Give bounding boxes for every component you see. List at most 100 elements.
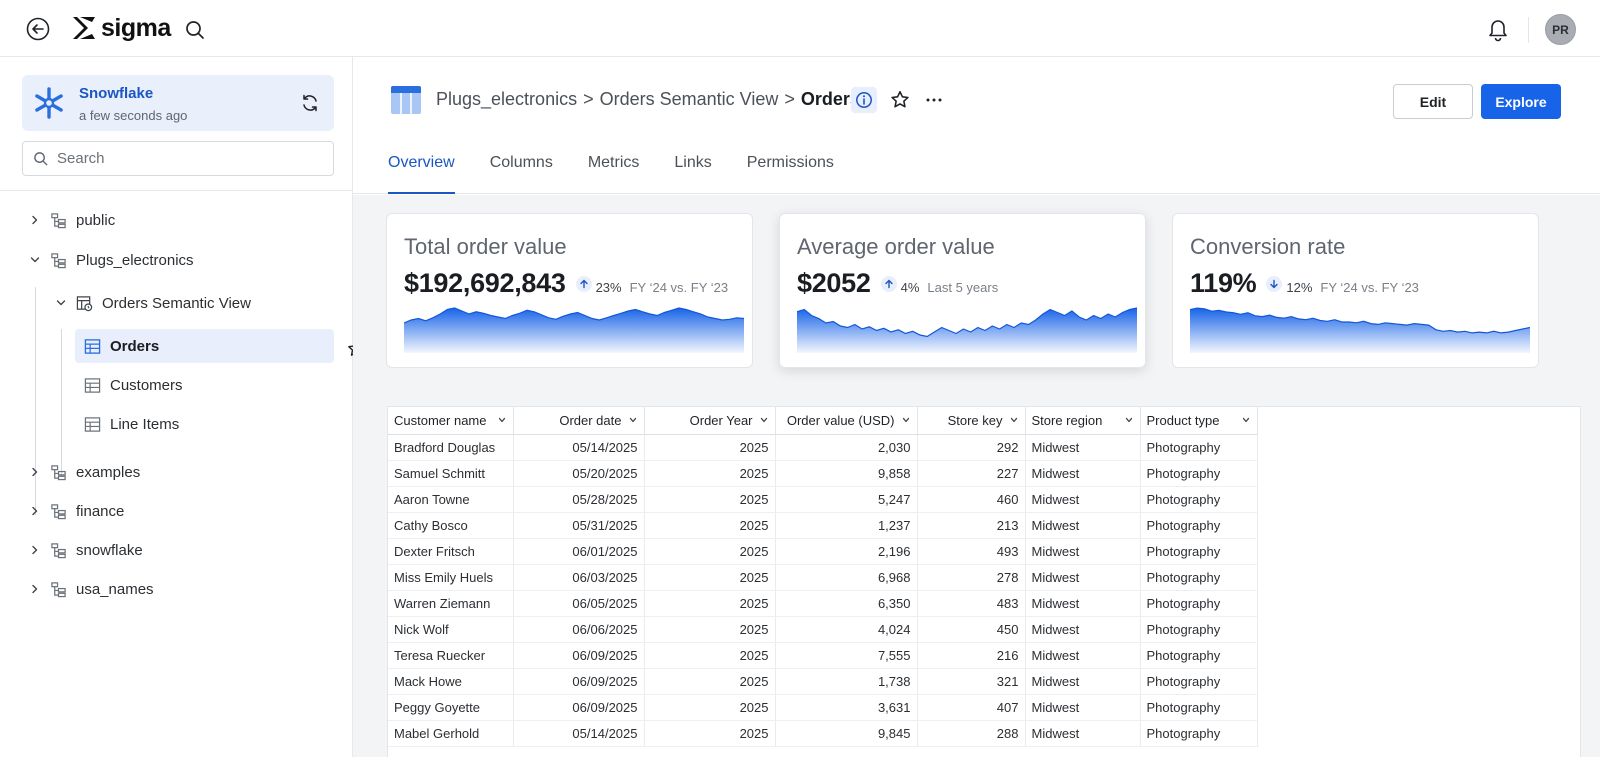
favorite-star-icon[interactable] — [889, 89, 911, 111]
table-cell[interactable]: 278 — [917, 564, 1026, 591]
column-header-order-value[interactable]: Order value (USD) — [775, 407, 918, 435]
table-cell[interactable]: 216 — [917, 642, 1026, 669]
table-row[interactable]: Miss Emily Huels 06/03/2025 2025 6,968 278 Mi… — [388, 564, 1258, 591]
table-row[interactable]: Warren Ziemann 06/05/2025 2025 6,350 483 Midw… — [388, 590, 1258, 617]
table-cell[interactable]: Mabel Gerhold — [388, 720, 514, 747]
table-cell[interactable]: Photography — [1140, 460, 1258, 487]
search-icon[interactable] — [184, 19, 206, 41]
table-cell[interactable]: 2025 — [644, 564, 776, 591]
table-cell[interactable]: Photography — [1140, 616, 1258, 643]
table-cell[interactable]: Midwest — [1025, 434, 1141, 461]
table-cell[interactable]: Aaron Towne — [388, 486, 514, 513]
more-options-icon[interactable] — [923, 89, 945, 111]
explore-button[interactable]: Explore — [1481, 84, 1561, 119]
table-cell[interactable]: 2,030 — [775, 434, 918, 461]
table-cell[interactable]: 213 — [917, 512, 1026, 539]
table-cell[interactable]: Photography — [1140, 564, 1258, 591]
table-cell[interactable]: 3,631 — [775, 694, 918, 721]
table-cell[interactable]: 05/31/2025 — [513, 512, 645, 539]
tree-item-usa-names[interactable]: usa_names — [28, 572, 154, 606]
table-cell[interactable]: Photography — [1140, 538, 1258, 565]
column-header-product-type[interactable]: Product type — [1140, 407, 1258, 435]
table-cell[interactable]: Nick Wolf — [388, 616, 514, 643]
table-cell[interactable]: 2025 — [644, 486, 776, 513]
table-row[interactable]: Aaron Towne 05/28/2025 2025 5,247 460 Midwest… — [388, 486, 1258, 513]
table-cell[interactable]: 06/01/2025 — [513, 538, 645, 565]
table-cell[interactable]: Midwest — [1025, 564, 1141, 591]
table-cell[interactable]: Cathy Bosco — [388, 512, 514, 539]
table-cell[interactable]: Midwest — [1025, 538, 1141, 565]
tab-permissions[interactable]: Permissions — [747, 153, 834, 194]
table-cell[interactable]: Midwest — [1025, 590, 1141, 617]
tab-overview[interactable]: Overview — [388, 153, 455, 194]
table-cell[interactable]: 2025 — [644, 616, 776, 643]
table-cell[interactable]: 292 — [917, 434, 1026, 461]
table-cell[interactable]: Photography — [1140, 694, 1258, 721]
table-cell[interactable]: 06/03/2025 — [513, 564, 645, 591]
breadcrumb-schema[interactable]: Plugs_electronics — [436, 89, 577, 110]
table-row[interactable]: Nick Wolf 06/06/2025 2025 4,024 450 Midwest Ph… — [388, 616, 1258, 643]
kpi-card-total-order-value[interactable]: Total order value $192,692,843 23% FY ‘2… — [386, 213, 753, 368]
table-cell[interactable]: Midwest — [1025, 512, 1141, 539]
table-cell[interactable]: Bradford Douglas — [388, 434, 514, 461]
column-header-store-region[interactable]: Store region — [1025, 407, 1141, 435]
table-cell[interactable]: 227 — [917, 460, 1026, 487]
table-cell[interactable]: Miss Emily Huels — [388, 564, 514, 591]
table-cell[interactable]: Midwest — [1025, 668, 1141, 695]
table-row[interactable]: Mack Howe 06/09/2025 2025 1,738 321 Midwest Ph… — [388, 668, 1258, 695]
table-cell[interactable]: Midwest — [1025, 642, 1141, 669]
table-row[interactable]: Bradford Douglas 05/14/2025 2025 2,030 292 Mi… — [388, 434, 1258, 461]
table-cell[interactable]: Teresa Ruecker — [388, 642, 514, 669]
column-header-store-key[interactable]: Store key — [917, 407, 1026, 435]
table-cell[interactable]: Photography — [1140, 512, 1258, 539]
table-cell[interactable]: Photography — [1140, 434, 1258, 461]
column-header-customer-name[interactable]: Customer name — [388, 407, 514, 435]
back-arrow-icon[interactable] — [26, 17, 50, 41]
table-cell[interactable]: Midwest — [1025, 460, 1141, 487]
tab-metrics[interactable]: Metrics — [588, 153, 640, 194]
table-cell[interactable]: Midwest — [1025, 694, 1141, 721]
kpi-card-conversion-rate[interactable]: Conversion rate 119% 12% FY ‘24 vs. FY ‘… — [1172, 213, 1539, 368]
table-cell[interactable]: 450 — [917, 616, 1026, 643]
table-cell[interactable]: 493 — [917, 538, 1026, 565]
table-cell[interactable]: 321 — [917, 668, 1026, 695]
table-cell[interactable]: 9,858 — [775, 460, 918, 487]
table-cell[interactable]: Midwest — [1025, 720, 1141, 747]
tree-item-examples[interactable]: examples — [28, 455, 140, 489]
notifications-bell-icon[interactable] — [1486, 16, 1510, 42]
table-cell[interactable]: 2025 — [644, 720, 776, 747]
tree-item-finance[interactable]: finance — [28, 494, 124, 528]
table-cell[interactable]: 06/05/2025 — [513, 590, 645, 617]
column-header-order-date[interactable]: Order date — [513, 407, 645, 435]
table-cell[interactable]: 1,237 — [775, 512, 918, 539]
table-cell[interactable]: 9,845 — [775, 720, 918, 747]
breadcrumb-semantic-view[interactable]: Orders Semantic View — [600, 89, 779, 110]
table-cell[interactable]: 6,968 — [775, 564, 918, 591]
table-cell[interactable]: 2025 — [644, 538, 776, 565]
tab-links[interactable]: Links — [674, 153, 711, 194]
edit-button[interactable]: Edit — [1393, 84, 1473, 119]
column-header-order-year[interactable]: Order Year — [644, 407, 776, 435]
info-icon[interactable] — [851, 87, 877, 113]
table-cell[interactable]: 05/20/2025 — [513, 460, 645, 487]
table-cell[interactable]: Warren Ziemann — [388, 590, 514, 617]
table-cell[interactable]: 2025 — [644, 668, 776, 695]
table-cell[interactable]: 2025 — [644, 590, 776, 617]
table-row[interactable]: Cathy Bosco 05/31/2025 2025 1,237 213 Midwest… — [388, 512, 1258, 539]
table-cell[interactable]: 5,247 — [775, 486, 918, 513]
table-cell[interactable]: Photography — [1140, 486, 1258, 513]
table-row[interactable]: Peggy Goyette 06/09/2025 2025 3,631 407 Midwe… — [388, 694, 1258, 721]
tree-item-public[interactable]: public — [28, 203, 115, 237]
table-cell[interactable]: Midwest — [1025, 486, 1141, 513]
tree-item-orders-semantic-view[interactable]: Orders Semantic View — [54, 286, 251, 320]
table-cell[interactable]: 288 — [917, 720, 1026, 747]
tree-item-line-items[interactable]: Line Items — [75, 407, 179, 441]
sigma-logo[interactable]: sigma — [70, 13, 171, 43]
table-row[interactable]: Teresa Ruecker 06/09/2025 2025 7,555 216 Midw… — [388, 642, 1258, 669]
tab-columns[interactable]: Columns — [490, 153, 553, 194]
table-cell[interactable]: 483 — [917, 590, 1026, 617]
tree-item-customers[interactable]: Customers — [75, 368, 183, 402]
table-cell[interactable]: Photography — [1140, 668, 1258, 695]
table-cell[interactable]: Peggy Goyette — [388, 694, 514, 721]
table-cell[interactable]: 05/14/2025 — [513, 720, 645, 747]
